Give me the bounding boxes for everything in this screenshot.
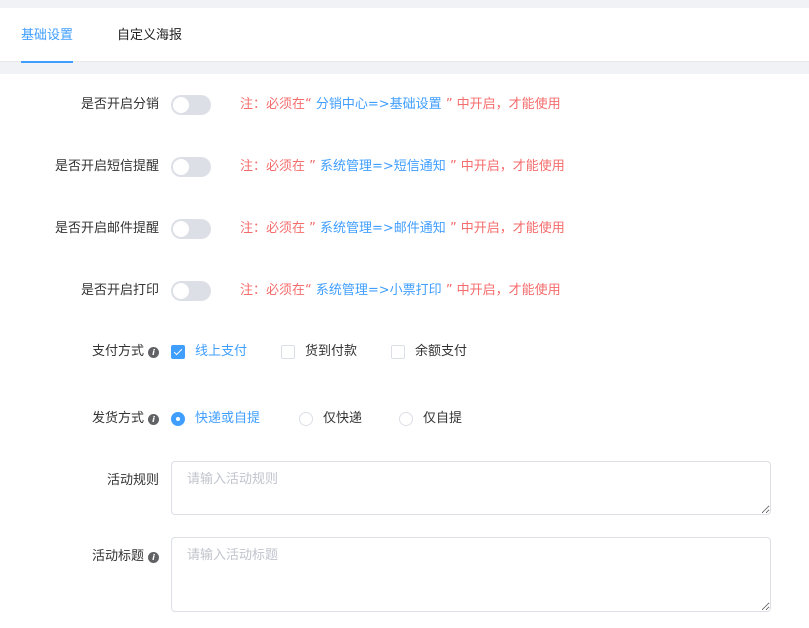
payment-option-label: 余额支付 — [415, 344, 468, 359]
checkbox-icon[interactable] — [391, 345, 405, 359]
tab-custom-poster[interactable]: 自定义海报 — [117, 8, 182, 62]
radio-checked-icon[interactable] — [171, 412, 185, 426]
title-textarea[interactable] — [171, 537, 771, 612]
checkbox-icon[interactable] — [281, 345, 295, 359]
info-icon[interactable]: i — [148, 413, 159, 425]
payment-option-label: 线上支付 — [195, 344, 248, 359]
email-label: 是否开启邮件提醒 — [54, 221, 159, 236]
payment-option-label: 货到付款 — [305, 344, 358, 359]
distribution-row: 是否开启分销 注：必须在“ 分销中心=>基础设置 ” 中开启，才能使用 — [0, 94, 809, 116]
email-row: 是否开启邮件提醒 注：必须在 ” 系统管理=>邮件通知 ” 中开启，才能使用 — [0, 218, 809, 240]
distribution-label: 是否开启分销 — [80, 97, 159, 112]
note-link: 分销中心=>基础设置 — [311, 97, 446, 112]
info-icon[interactable]: i — [148, 551, 159, 563]
title-label: 活动标题 i — [92, 546, 159, 568]
tab-basic-settings[interactable]: 基础设置 — [21, 8, 74, 63]
print-label: 是否开启打印 — [80, 283, 159, 298]
delivery-label-text: 发货方式 — [91, 411, 144, 426]
note-prefix: 注：必须在 ” — [240, 221, 316, 236]
note-link: 系统管理=>小票打印 — [311, 283, 446, 298]
note-prefix: 注：必须在“ — [240, 97, 312, 112]
email-switch[interactable] — [171, 219, 211, 239]
delivery-option-label: 快递或自提 — [195, 411, 261, 426]
sms-row: 是否开启短信提醒 注：必须在 ” 系统管理=>短信通知 ” 中开启，才能使用 — [0, 156, 809, 178]
checkbox-checked-icon[interactable] — [171, 345, 185, 359]
rules-textarea[interactable] — [171, 461, 771, 515]
delivery-label: 发货方式 i — [92, 408, 159, 430]
delivery-option-express-only[interactable]: 仅快递 — [299, 408, 362, 430]
note-suffix: ” 中开启，才能使用 — [445, 97, 561, 112]
delivery-row: 发货方式 i 快递或自提 仅快递 仅自提 — [0, 408, 809, 430]
sms-note: 注：必须在 ” 系统管理=>短信通知 ” 中开启，才能使用 — [240, 156, 565, 178]
distribution-note: 注：必须在“ 分销中心=>基础设置 ” 中开启，才能使用 — [240, 94, 561, 116]
note-prefix: 注：必须在 ” — [240, 159, 316, 174]
print-note: 注：必须在“ 系统管理=>小票打印 ” 中开启，才能使用 — [240, 280, 561, 302]
delivery-option-label: 仅自提 — [423, 411, 463, 426]
note-link: 系统管理=>短信通知 — [315, 159, 450, 174]
sms-label: 是否开启短信提醒 — [54, 159, 159, 174]
note-suffix: ” 中开启，才能使用 — [445, 283, 561, 298]
note-link: 系统管理=>邮件通知 — [315, 221, 450, 236]
title-label-text: 活动标题 — [91, 549, 144, 564]
print-row: 是否开启打印 注：必须在“ 系统管理=>小票打印 ” 中开启，才能使用 — [0, 280, 809, 302]
info-icon[interactable]: i — [148, 346, 159, 358]
email-note: 注：必须在 ” 系统管理=>邮件通知 ” 中开启，才能使用 — [240, 218, 565, 240]
sms-switch[interactable] — [171, 157, 211, 177]
payment-option-online[interactable]: 线上支付 — [171, 341, 247, 363]
rules-label: 活动规则 — [106, 473, 159, 488]
note-suffix: ” 中开启，才能使用 — [449, 221, 565, 236]
payment-option-cod[interactable]: 货到付款 — [281, 341, 357, 363]
payment-row: 支付方式 i 线上支付 货到付款 余额支付 — [0, 341, 809, 363]
delivery-option-express-or-pickup[interactable]: 快递或自提 — [171, 408, 260, 430]
settings-form: 是否开启分销 注：必须在“ 分销中心=>基础设置 ” 中开启，才能使用 是否开启… — [0, 74, 809, 628]
payment-label: 支付方式 i — [92, 341, 159, 363]
tab-bar: 基础设置 自定义海报 — [0, 8, 809, 63]
radio-icon[interactable] — [299, 412, 313, 426]
payment-label-text: 支付方式 — [91, 344, 144, 359]
delivery-option-pickup-only[interactable]: 仅自提 — [399, 408, 462, 430]
delivery-option-label: 仅快递 — [323, 411, 363, 426]
note-suffix: ” 中开启，才能使用 — [449, 159, 565, 174]
distribution-switch[interactable] — [171, 95, 211, 115]
print-switch[interactable] — [171, 281, 211, 301]
payment-option-balance[interactable]: 余额支付 — [391, 341, 467, 363]
radio-icon[interactable] — [399, 412, 413, 426]
note-prefix: 注：必须在“ — [240, 283, 312, 298]
